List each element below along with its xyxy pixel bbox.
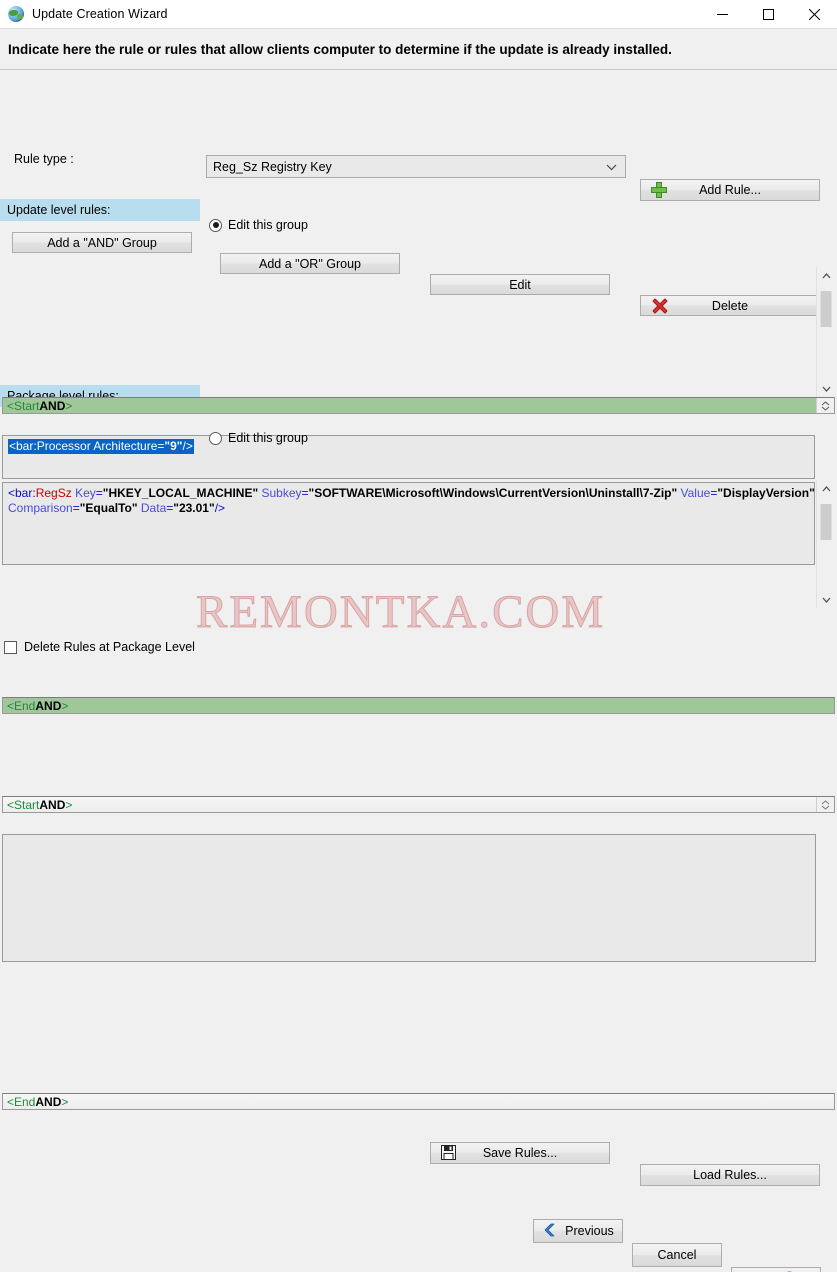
update-level-radio-label: Edit this group bbox=[228, 218, 308, 232]
checkbox-indicator bbox=[4, 641, 17, 654]
previous-label: Previous bbox=[565, 1224, 614, 1238]
cancel-button[interactable]: Cancel bbox=[632, 1243, 722, 1267]
update-rules-list[interactable]: <bar:Processor Architecture="9"/> <bar:R… bbox=[2, 435, 815, 565]
package-level-edit-group-radio[interactable]: Edit this group bbox=[209, 431, 308, 445]
update-end-prefix: <End bbox=[7, 699, 35, 713]
scroll-up-icon[interactable] bbox=[817, 267, 835, 284]
load-rules-button[interactable]: Load Rules... bbox=[640, 1164, 820, 1186]
package-start-scroll-stub[interactable] bbox=[816, 797, 834, 812]
scroll-down-icon[interactable] bbox=[817, 380, 835, 397]
close-button[interactable] bbox=[791, 0, 837, 28]
radio-indicator-update bbox=[209, 219, 222, 232]
header-instruction-text: Indicate here the rule or rules that all… bbox=[8, 42, 672, 57]
previous-button[interactable]: Previous bbox=[533, 1219, 623, 1243]
load-rules-label: Load Rules... bbox=[693, 1168, 767, 1182]
update-start-prefix: <Start bbox=[7, 399, 39, 413]
delete-rules-label: Delete Rules at Package Level bbox=[24, 640, 195, 654]
update-end-suffix: > bbox=[61, 699, 68, 713]
package-start-prefix: <Start bbox=[7, 798, 39, 812]
package-start-suffix: > bbox=[65, 798, 72, 812]
scroll-down-icon[interactable] bbox=[817, 591, 835, 608]
scroll-up-icon[interactable] bbox=[817, 480, 835, 497]
package-rules-scrollbar[interactable] bbox=[816, 480, 835, 608]
globe-icon bbox=[8, 6, 24, 22]
title-bar: Update Creation Wizard bbox=[0, 0, 837, 29]
scrollbar-thumb[interactable] bbox=[821, 291, 832, 327]
update-rules-scrollbar[interactable] bbox=[816, 267, 835, 397]
next-button[interactable]: Next bbox=[731, 1267, 821, 1272]
package-level-radio-label: Edit this group bbox=[228, 431, 308, 445]
package-end-suffix: > bbox=[61, 1095, 68, 1109]
rule-type-row: Rule type : bbox=[14, 152, 74, 166]
chevron-left-icon bbox=[542, 1223, 557, 1240]
update-start-and-bar: <Start AND> bbox=[2, 397, 835, 414]
minimize-button[interactable] bbox=[699, 0, 745, 28]
rule-type-value: Reg_Sz Registry Key bbox=[213, 160, 332, 174]
delete-x-icon bbox=[651, 298, 667, 314]
delete-rules-at-package-level-checkbox[interactable]: Delete Rules at Package Level bbox=[4, 640, 195, 654]
delete-label: Delete bbox=[712, 299, 748, 313]
rule-line: <bar:RegSz Key="HKEY_LOCAL_MACHINE" Subk… bbox=[8, 486, 809, 501]
edit-label: Edit bbox=[509, 278, 531, 292]
delete-button[interactable]: Delete bbox=[640, 295, 820, 316]
add-or-group-button[interactable]: Add a "OR" Group bbox=[220, 253, 400, 274]
update-end-keyword: AND bbox=[35, 699, 61, 713]
chevron-down-icon bbox=[606, 160, 617, 174]
add-or-group-label: Add a "OR" Group bbox=[259, 257, 361, 271]
cancel-label: Cancel bbox=[658, 1248, 697, 1262]
update-level-edit-group-radio[interactable]: Edit this group bbox=[209, 218, 308, 232]
scrollbar-thumb[interactable] bbox=[821, 504, 832, 540]
add-and-group-button[interactable]: Add a "AND" Group bbox=[12, 232, 192, 253]
chevron-right-icon bbox=[785, 1271, 800, 1272]
update-end-and-bar: <End AND> bbox=[2, 697, 835, 714]
add-rule-button[interactable]: Add Rule... bbox=[640, 179, 820, 201]
update-start-keyword: AND bbox=[39, 399, 65, 413]
rule-type-label: Rule type : bbox=[14, 152, 74, 166]
add-rule-label: Add Rule... bbox=[699, 183, 761, 197]
add-and-group-label: Add a "AND" Group bbox=[47, 236, 157, 250]
plus-icon bbox=[651, 182, 667, 198]
edit-button[interactable]: Edit bbox=[430, 274, 610, 295]
update-level-rules-label-box: Update level rules: bbox=[0, 199, 200, 221]
window-controls bbox=[699, 0, 837, 28]
package-end-keyword: AND bbox=[35, 1095, 61, 1109]
package-end-prefix: <End bbox=[7, 1095, 35, 1109]
main-content: Rule type : Reg_Sz Registry Key Add Rule… bbox=[0, 70, 837, 685]
window-title: Update Creation Wizard bbox=[32, 7, 168, 21]
package-start-keyword: AND bbox=[39, 798, 65, 812]
save-rules-label: Save Rules... bbox=[483, 1146, 557, 1160]
update-start-scroll-stub[interactable] bbox=[816, 398, 834, 413]
rule-item-regsz[interactable]: <bar:RegSz Key="HKEY_LOCAL_MACHINE" Subk… bbox=[2, 482, 815, 565]
update-start-suffix: > bbox=[65, 399, 72, 413]
update-level-rules-label: Update level rules: bbox=[7, 203, 111, 217]
package-start-and-bar: <Start AND> bbox=[2, 796, 835, 813]
rule-type-select[interactable]: Reg_Sz Registry Key bbox=[206, 155, 626, 178]
header-banner: Indicate here the rule or rules that all… bbox=[0, 29, 837, 70]
rule-item-processor-architecture[interactable]: <bar:Processor Architecture="9"/> bbox=[2, 435, 815, 479]
package-end-and-bar: <End AND> bbox=[2, 1093, 835, 1110]
maximize-button[interactable] bbox=[745, 0, 791, 28]
floppy-disk-icon bbox=[441, 1145, 457, 1161]
rule-line: Comparison="EqualTo" Data="23.01"/> bbox=[8, 501, 809, 516]
rule-line: <bar:Processor Architecture="9"/> bbox=[8, 439, 194, 454]
radio-indicator-package bbox=[209, 432, 222, 445]
package-rules-list[interactable] bbox=[2, 834, 816, 962]
save-rules-button[interactable]: Save Rules... bbox=[430, 1142, 610, 1164]
